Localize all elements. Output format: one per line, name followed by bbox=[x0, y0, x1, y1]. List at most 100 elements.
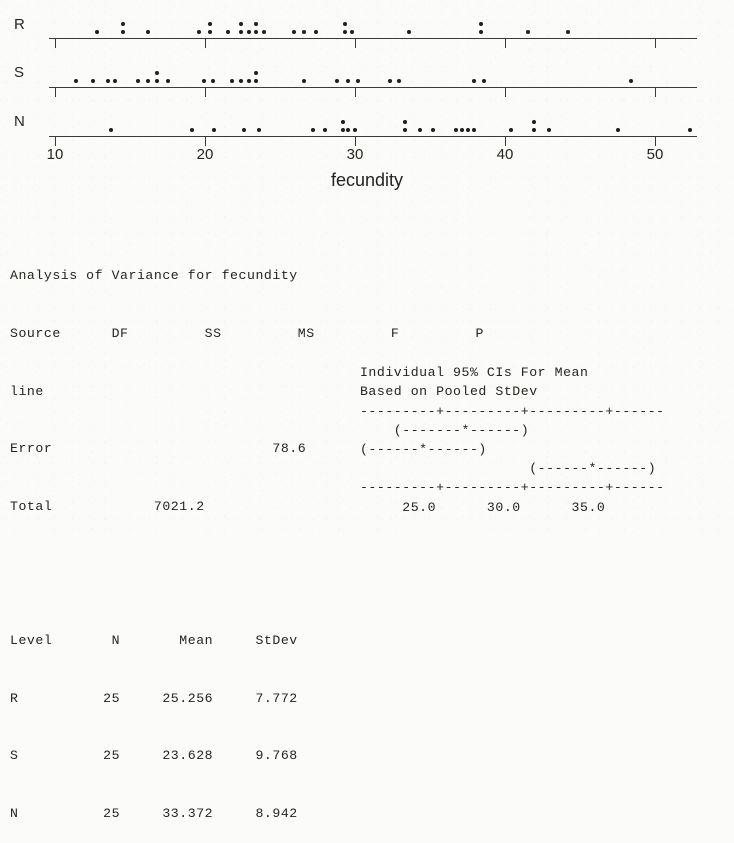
dotplot-point bbox=[254, 22, 258, 26]
anova-text-output: Analysis of Variance for fecundity Sourc… bbox=[10, 228, 734, 843]
dotplot-point bbox=[531, 120, 536, 124]
dotplot-point bbox=[210, 79, 215, 83]
ci-bar-n: (------*------) bbox=[359, 461, 657, 477]
ci-caption-line-1: Individual 95% CIs For Mean bbox=[359, 365, 589, 381]
dotplot-point bbox=[90, 79, 95, 83]
dotplot-point bbox=[687, 128, 692, 132]
dotplot-point bbox=[615, 128, 620, 132]
dotplot-point bbox=[113, 79, 117, 83]
dotplot-tick-40 bbox=[505, 39, 506, 48]
dotplot-point bbox=[120, 30, 125, 34]
dotplot-tick-label-50: 50 bbox=[646, 146, 664, 163]
dotplot-point bbox=[197, 30, 201, 34]
dotplot-point bbox=[531, 128, 536, 132]
dotplot-point bbox=[546, 128, 551, 132]
dotplot-axis-line-r bbox=[49, 38, 697, 39]
confidence-interval-plot: Individual 95% CIs For Mean Based on Poo… bbox=[343, 344, 665, 517]
dotplot-tick-30 bbox=[355, 88, 356, 97]
dotplot-point bbox=[335, 79, 339, 83]
dotplot-point bbox=[509, 128, 513, 132]
dotplot-point bbox=[407, 30, 411, 34]
dotplot-point bbox=[230, 79, 234, 83]
dotplot-point bbox=[345, 128, 350, 132]
dotplot-tick-10 bbox=[55, 137, 56, 146]
dotplot-point bbox=[479, 30, 483, 34]
dotplot-point bbox=[108, 128, 113, 132]
dotplot-point bbox=[146, 79, 150, 83]
dotplot-point bbox=[629, 79, 633, 83]
levels-row-n: N 25 33.372 8.942 bbox=[10, 806, 298, 822]
dotplot-tick-20 bbox=[205, 137, 206, 146]
dotplot-tick-label-20: 20 bbox=[196, 146, 214, 163]
dotplot-row-label-n: N bbox=[14, 113, 25, 130]
dotplot-point bbox=[207, 22, 212, 26]
ci-bar-s: (------*------) bbox=[359, 442, 487, 458]
dotplot-tick-10 bbox=[55, 39, 56, 48]
dotplot-point bbox=[345, 79, 350, 83]
dotplot-tick-40 bbox=[505, 88, 506, 97]
dotplot-point bbox=[261, 30, 266, 34]
anova-header-row: Source DF SS MS F P bbox=[10, 326, 484, 342]
dotplot-point bbox=[417, 128, 422, 132]
dotplot-point bbox=[314, 30, 318, 34]
dotplot-point bbox=[225, 30, 230, 34]
dotplot-tick-30 bbox=[355, 39, 356, 48]
dotplot-tick-label-40: 40 bbox=[496, 146, 514, 163]
dotplot-point bbox=[254, 30, 258, 34]
dotplot-tick-20 bbox=[205, 39, 206, 48]
dotplot-point bbox=[387, 79, 392, 83]
dotplot-point bbox=[135, 79, 140, 83]
dotplot-point bbox=[120, 22, 125, 26]
dotplot-point bbox=[431, 128, 435, 132]
dotplot-point bbox=[479, 22, 483, 26]
levels-row-r: R 25 25.256 7.772 bbox=[10, 690, 298, 706]
dotplot-point bbox=[471, 128, 476, 132]
dotplot-point bbox=[291, 30, 296, 34]
dotplot-tick-10 bbox=[55, 88, 56, 97]
ci-axis-labels: 25.0 30.0 35.0 bbox=[359, 499, 606, 515]
dotplot-point bbox=[353, 128, 357, 132]
dotplot-point bbox=[342, 22, 347, 26]
dotplot-point bbox=[155, 79, 159, 83]
dotplot-axis-line-s bbox=[49, 87, 697, 88]
dotplot-point bbox=[257, 128, 261, 132]
dotplot-point bbox=[402, 120, 407, 124]
dotplot-point bbox=[402, 128, 407, 132]
dotplot-point bbox=[302, 79, 306, 83]
dotplot-point bbox=[239, 30, 243, 34]
dotplot-axis-line-n bbox=[49, 136, 697, 137]
dotplot-point bbox=[341, 120, 345, 124]
dotplot-tick-50 bbox=[655, 137, 656, 146]
anova-title: Analysis of Variance for fecundity bbox=[10, 268, 298, 284]
dotplot-point bbox=[155, 71, 159, 75]
levels-row-s: S 25 23.628 9.768 bbox=[10, 748, 298, 764]
ci-ruler-bottom: ---------+---------+---------+------ bbox=[359, 480, 665, 496]
dotplot-point bbox=[342, 30, 347, 34]
dotplot-point bbox=[566, 30, 570, 34]
levels-header-row: Level N Mean StDev bbox=[10, 633, 298, 649]
dotplot-x-axis-label: fecundity bbox=[330, 170, 404, 190]
dotplot-point bbox=[95, 30, 99, 34]
dotplot-chart: R S N 10 20 30 40 50 fecundity bbox=[0, 0, 734, 205]
dotplot-row-label-s: S bbox=[14, 64, 25, 81]
dotplot-point bbox=[201, 79, 206, 83]
dotplot-point bbox=[341, 128, 345, 132]
dotplot-point bbox=[246, 79, 251, 83]
dotplot-point bbox=[302, 30, 306, 34]
dotplot-point bbox=[246, 30, 251, 34]
dotplot-tick-20 bbox=[205, 88, 206, 97]
dotplot-point bbox=[396, 79, 401, 83]
dotplot-point bbox=[453, 128, 458, 132]
dotplot-point bbox=[105, 79, 110, 83]
dotplot-point bbox=[254, 71, 258, 75]
dotplot-point bbox=[482, 79, 486, 83]
dotplot-tick-50 bbox=[655, 88, 656, 97]
dotplot-point bbox=[74, 79, 78, 83]
ci-caption-line-2: Based on Pooled StDev bbox=[359, 384, 538, 400]
dotplot-point bbox=[471, 79, 476, 83]
dotplot-point bbox=[350, 30, 354, 34]
dotplot-point bbox=[465, 128, 470, 132]
ci-ruler-top: ---------+---------+---------+------ bbox=[359, 403, 665, 419]
dotplot-point bbox=[239, 79, 243, 83]
dotplot-point bbox=[311, 128, 315, 132]
